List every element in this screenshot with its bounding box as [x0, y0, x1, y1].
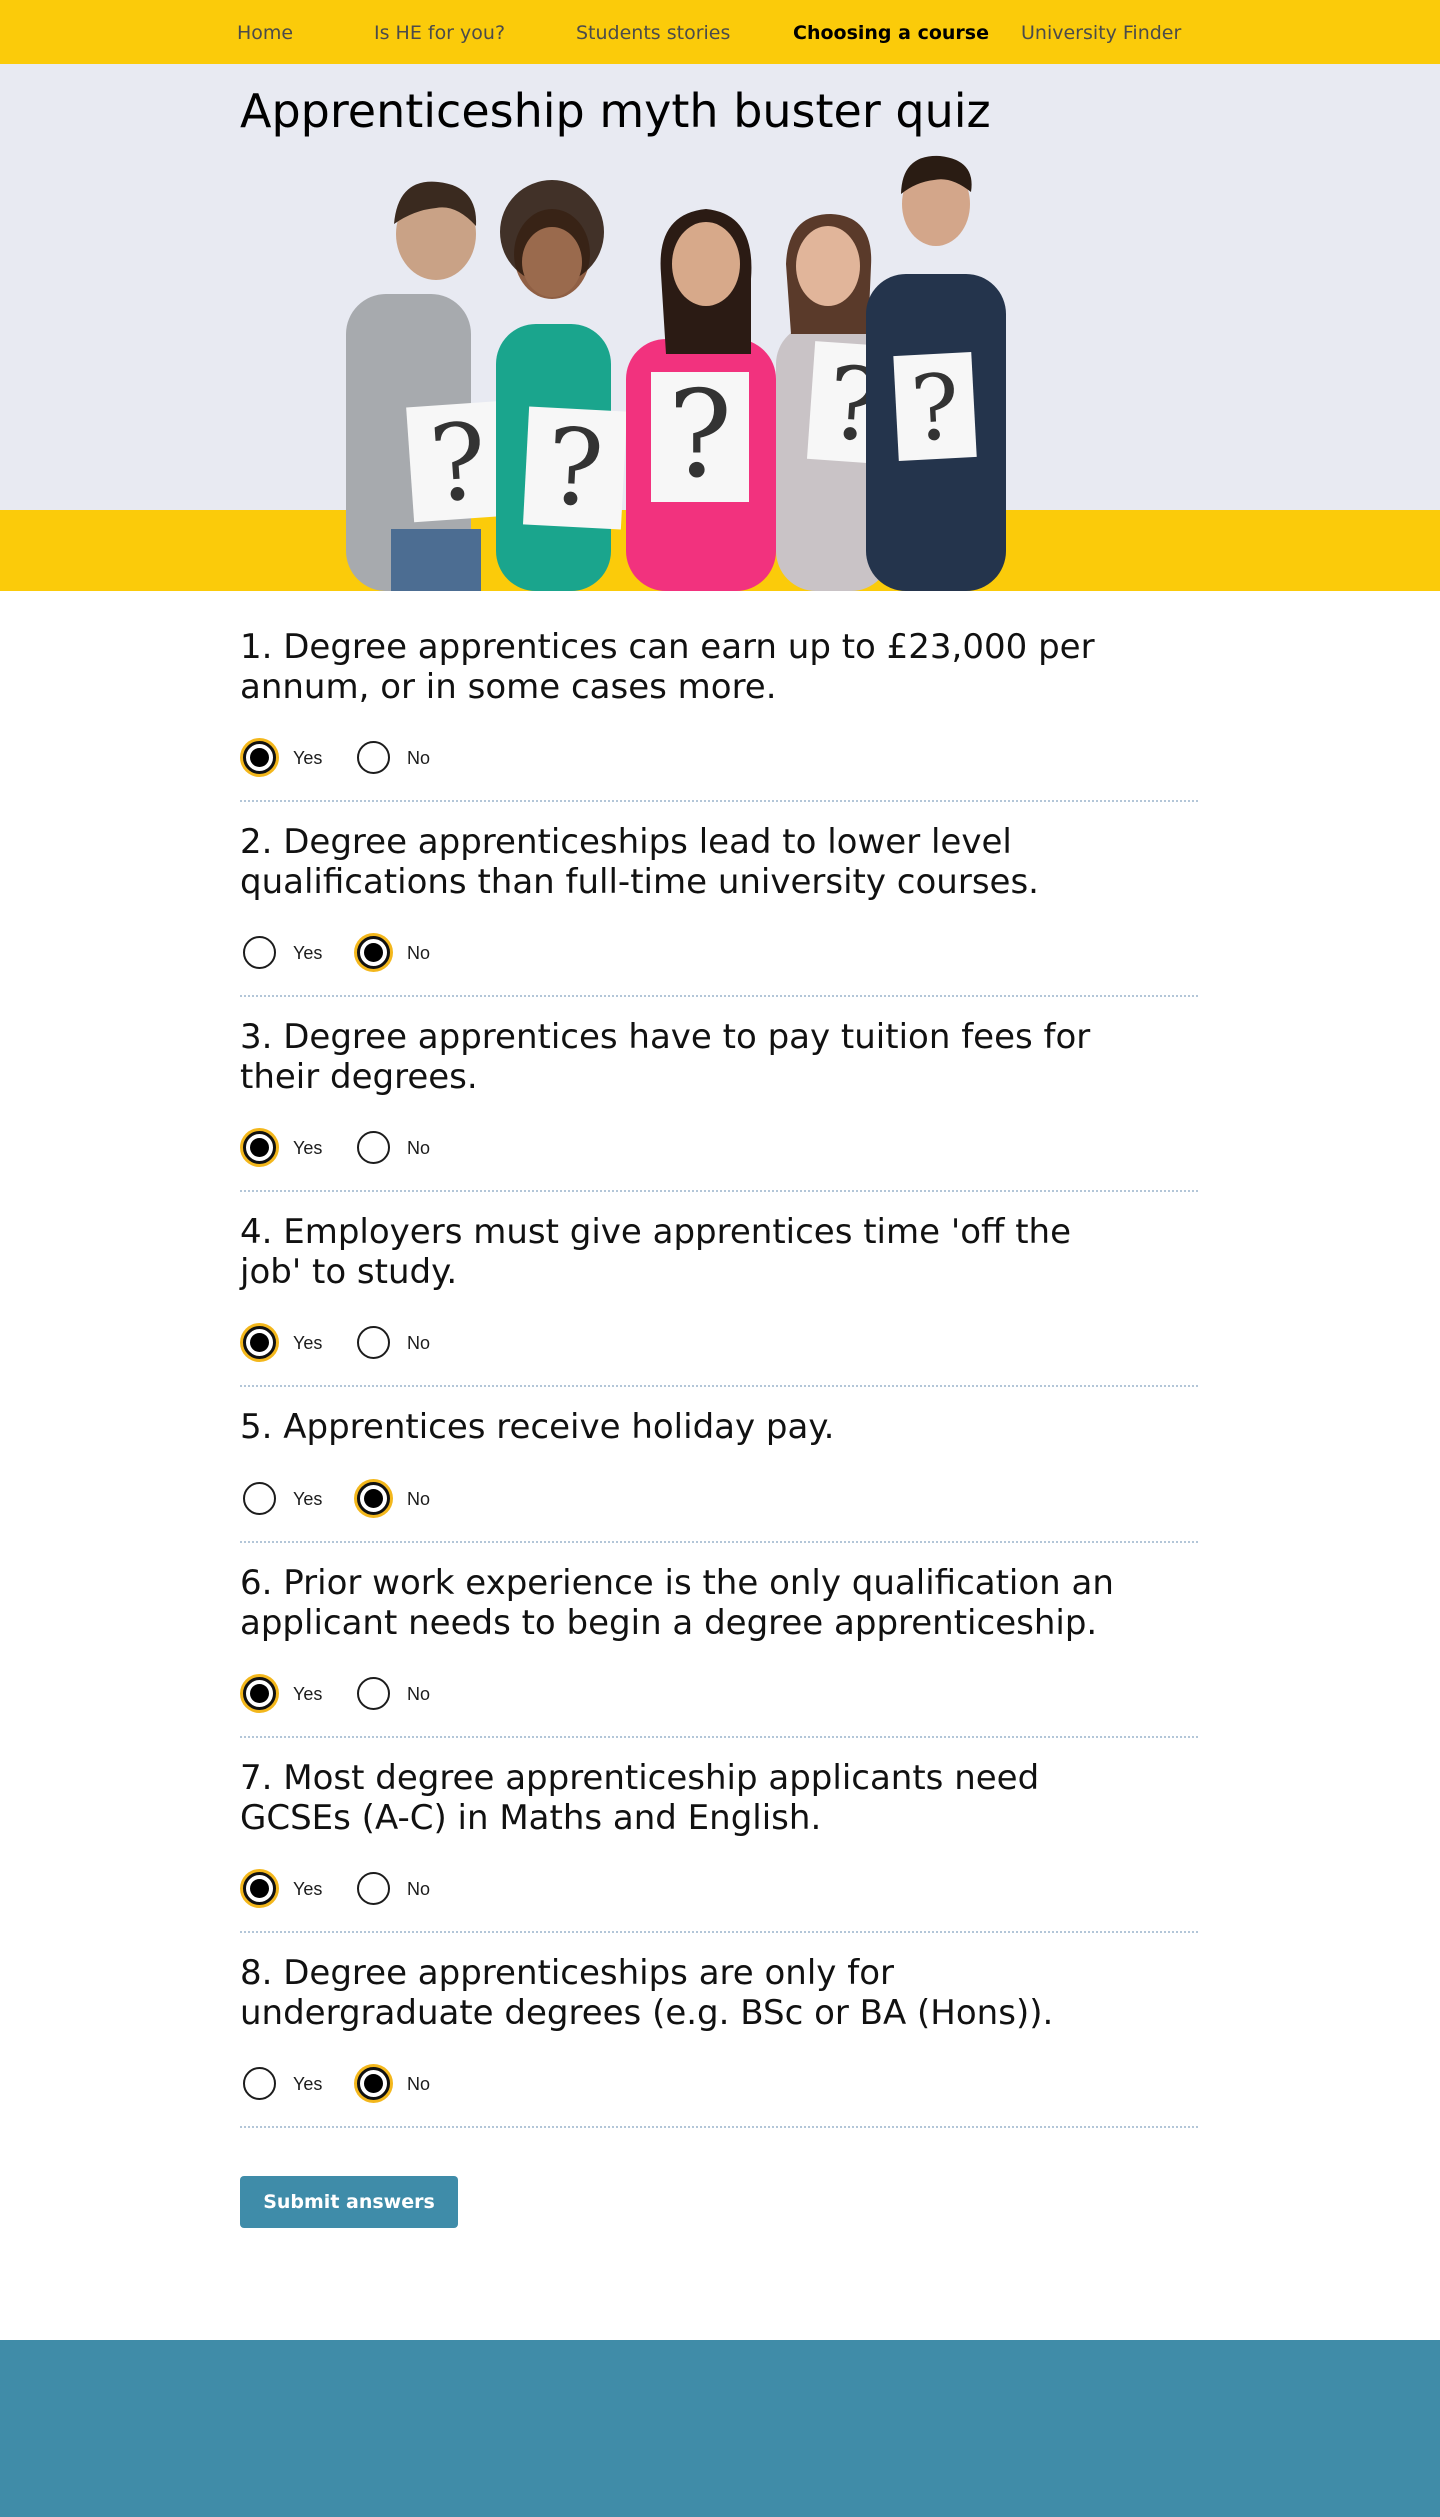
answer-yes-radio[interactable]: Yes — [240, 1674, 330, 1714]
hero-banner: Apprenticeship myth buster quiz ? ? ? ? … — [0, 64, 1440, 591]
student-figure: ? — [626, 209, 776, 591]
answer-no-radio[interactable]: No — [354, 1128, 444, 1168]
top-navigation: Home Is HE for you? Students stories Cho… — [0, 0, 1440, 64]
answer-no-radio[interactable]: No — [354, 933, 444, 973]
option-label: No — [407, 2074, 431, 2094]
quiz-question: 3. Degree apprentices have to pay tuitio… — [240, 1017, 1198, 1192]
radio-button[interactable] — [243, 1482, 276, 1515]
radio-button[interactable] — [243, 1872, 276, 1905]
answer-yes-radio[interactable]: Yes — [240, 933, 330, 973]
answer-no-radio[interactable]: No — [354, 738, 444, 778]
answer-no-radio[interactable]: No — [354, 1674, 444, 1714]
submit-answers-button[interactable]: Submit answers — [240, 2176, 458, 2228]
nav-item-university-finder[interactable]: University Finder — [1021, 0, 1181, 64]
radio-button[interactable] — [243, 936, 276, 969]
question-text: 6. Prior work experience is the only qua… — [240, 1563, 1114, 1643]
answer-no-radio[interactable]: No — [354, 1323, 444, 1363]
radio-button[interactable] — [357, 936, 390, 969]
svg-text:?: ? — [544, 406, 607, 531]
radio-button[interactable] — [357, 1872, 390, 1905]
page-footer — [0, 2340, 1440, 2517]
option-label: No — [407, 943, 431, 963]
quiz-question: 1. Degree apprentices can earn up to £23… — [240, 627, 1198, 802]
quiz-question: 8. Degree apprenticeships are only for u… — [240, 1953, 1198, 2128]
option-label: Yes — [293, 1333, 323, 1353]
radio-button[interactable] — [357, 1482, 390, 1515]
radio-button[interactable] — [243, 2067, 276, 2100]
option-label: No — [407, 1879, 431, 1899]
radio-button[interactable] — [357, 1326, 390, 1359]
question-text: 1. Degree apprentices can earn up to £23… — [240, 627, 1095, 707]
answer-yes-radio[interactable]: Yes — [240, 738, 330, 778]
option-label: Yes — [293, 1138, 323, 1158]
svg-text:?: ? — [908, 355, 962, 462]
option-label: No — [407, 748, 431, 768]
option-label: Yes — [293, 1684, 323, 1704]
quiz-question: 6. Prior work experience is the only qua… — [240, 1563, 1198, 1738]
question-text: 4. Employers must give apprentices time … — [240, 1212, 1072, 1292]
nav-item-choosing-a-course[interactable]: Choosing a course — [793, 0, 989, 64]
option-label: Yes — [293, 2074, 323, 2094]
option-label: No — [407, 1489, 431, 1509]
option-label: Yes — [293, 943, 323, 963]
hero-photo-students-with-question-marks: ? ? ? ? ? — [346, 155, 1006, 591]
option-label: No — [407, 1684, 431, 1704]
option-label: No — [407, 1138, 431, 1158]
answer-yes-radio[interactable]: Yes — [240, 1128, 330, 1168]
radio-button[interactable] — [243, 1677, 276, 1710]
answer-yes-radio[interactable]: Yes — [240, 1323, 330, 1363]
option-label: No — [407, 1333, 431, 1353]
answer-yes-radio[interactable]: Yes — [240, 1479, 330, 1519]
page-title: Apprenticeship myth buster quiz — [240, 84, 991, 138]
student-figure: ? — [346, 181, 512, 591]
svg-text:?: ? — [426, 400, 491, 526]
nav-item-is-he-for-you[interactable]: Is HE for you? — [374, 0, 505, 64]
radio-button[interactable] — [243, 1326, 276, 1359]
answer-no-radio[interactable]: No — [354, 1479, 444, 1519]
radio-button[interactable] — [357, 2067, 390, 2100]
quiz-question: 7. Most degree apprenticeship applicants… — [240, 1758, 1198, 1933]
quiz-question: 2. Degree apprenticeships lead to lower … — [240, 822, 1198, 997]
student-figure: ? — [496, 180, 628, 591]
nav-item-students-stories[interactable]: Students stories — [576, 0, 730, 64]
student-figure: ? — [866, 155, 1006, 591]
svg-text:?: ? — [668, 366, 732, 505]
radio-button[interactable] — [357, 1131, 390, 1164]
answer-yes-radio[interactable]: Yes — [240, 1869, 330, 1909]
answer-no-radio[interactable]: No — [354, 2064, 444, 2104]
radio-button[interactable] — [243, 1131, 276, 1164]
radio-button[interactable] — [357, 741, 390, 774]
radio-button[interactable] — [243, 741, 276, 774]
nav-item-home[interactable]: Home — [237, 0, 293, 64]
quiz-question: 4. Employers must give apprentices time … — [240, 1212, 1198, 1387]
question-text: 2. Degree apprenticeships lead to lower … — [240, 822, 1039, 902]
option-label: Yes — [293, 1489, 323, 1509]
question-text: 5. Apprentices receive holiday pay. — [240, 1407, 835, 1447]
question-text: 8. Degree apprenticeships are only for u… — [240, 1953, 1054, 2033]
question-text: 7. Most degree apprenticeship applicants… — [240, 1758, 1040, 1838]
option-label: Yes — [293, 748, 323, 768]
answer-yes-radio[interactable]: Yes — [240, 2064, 330, 2104]
question-text: 3. Degree apprentices have to pay tuitio… — [240, 1017, 1091, 1097]
radio-button[interactable] — [357, 1677, 390, 1710]
option-label: Yes — [293, 1879, 323, 1899]
quiz-question: 5. Apprentices receive holiday pay. Yes … — [240, 1407, 1198, 1543]
answer-no-radio[interactable]: No — [354, 1869, 444, 1909]
